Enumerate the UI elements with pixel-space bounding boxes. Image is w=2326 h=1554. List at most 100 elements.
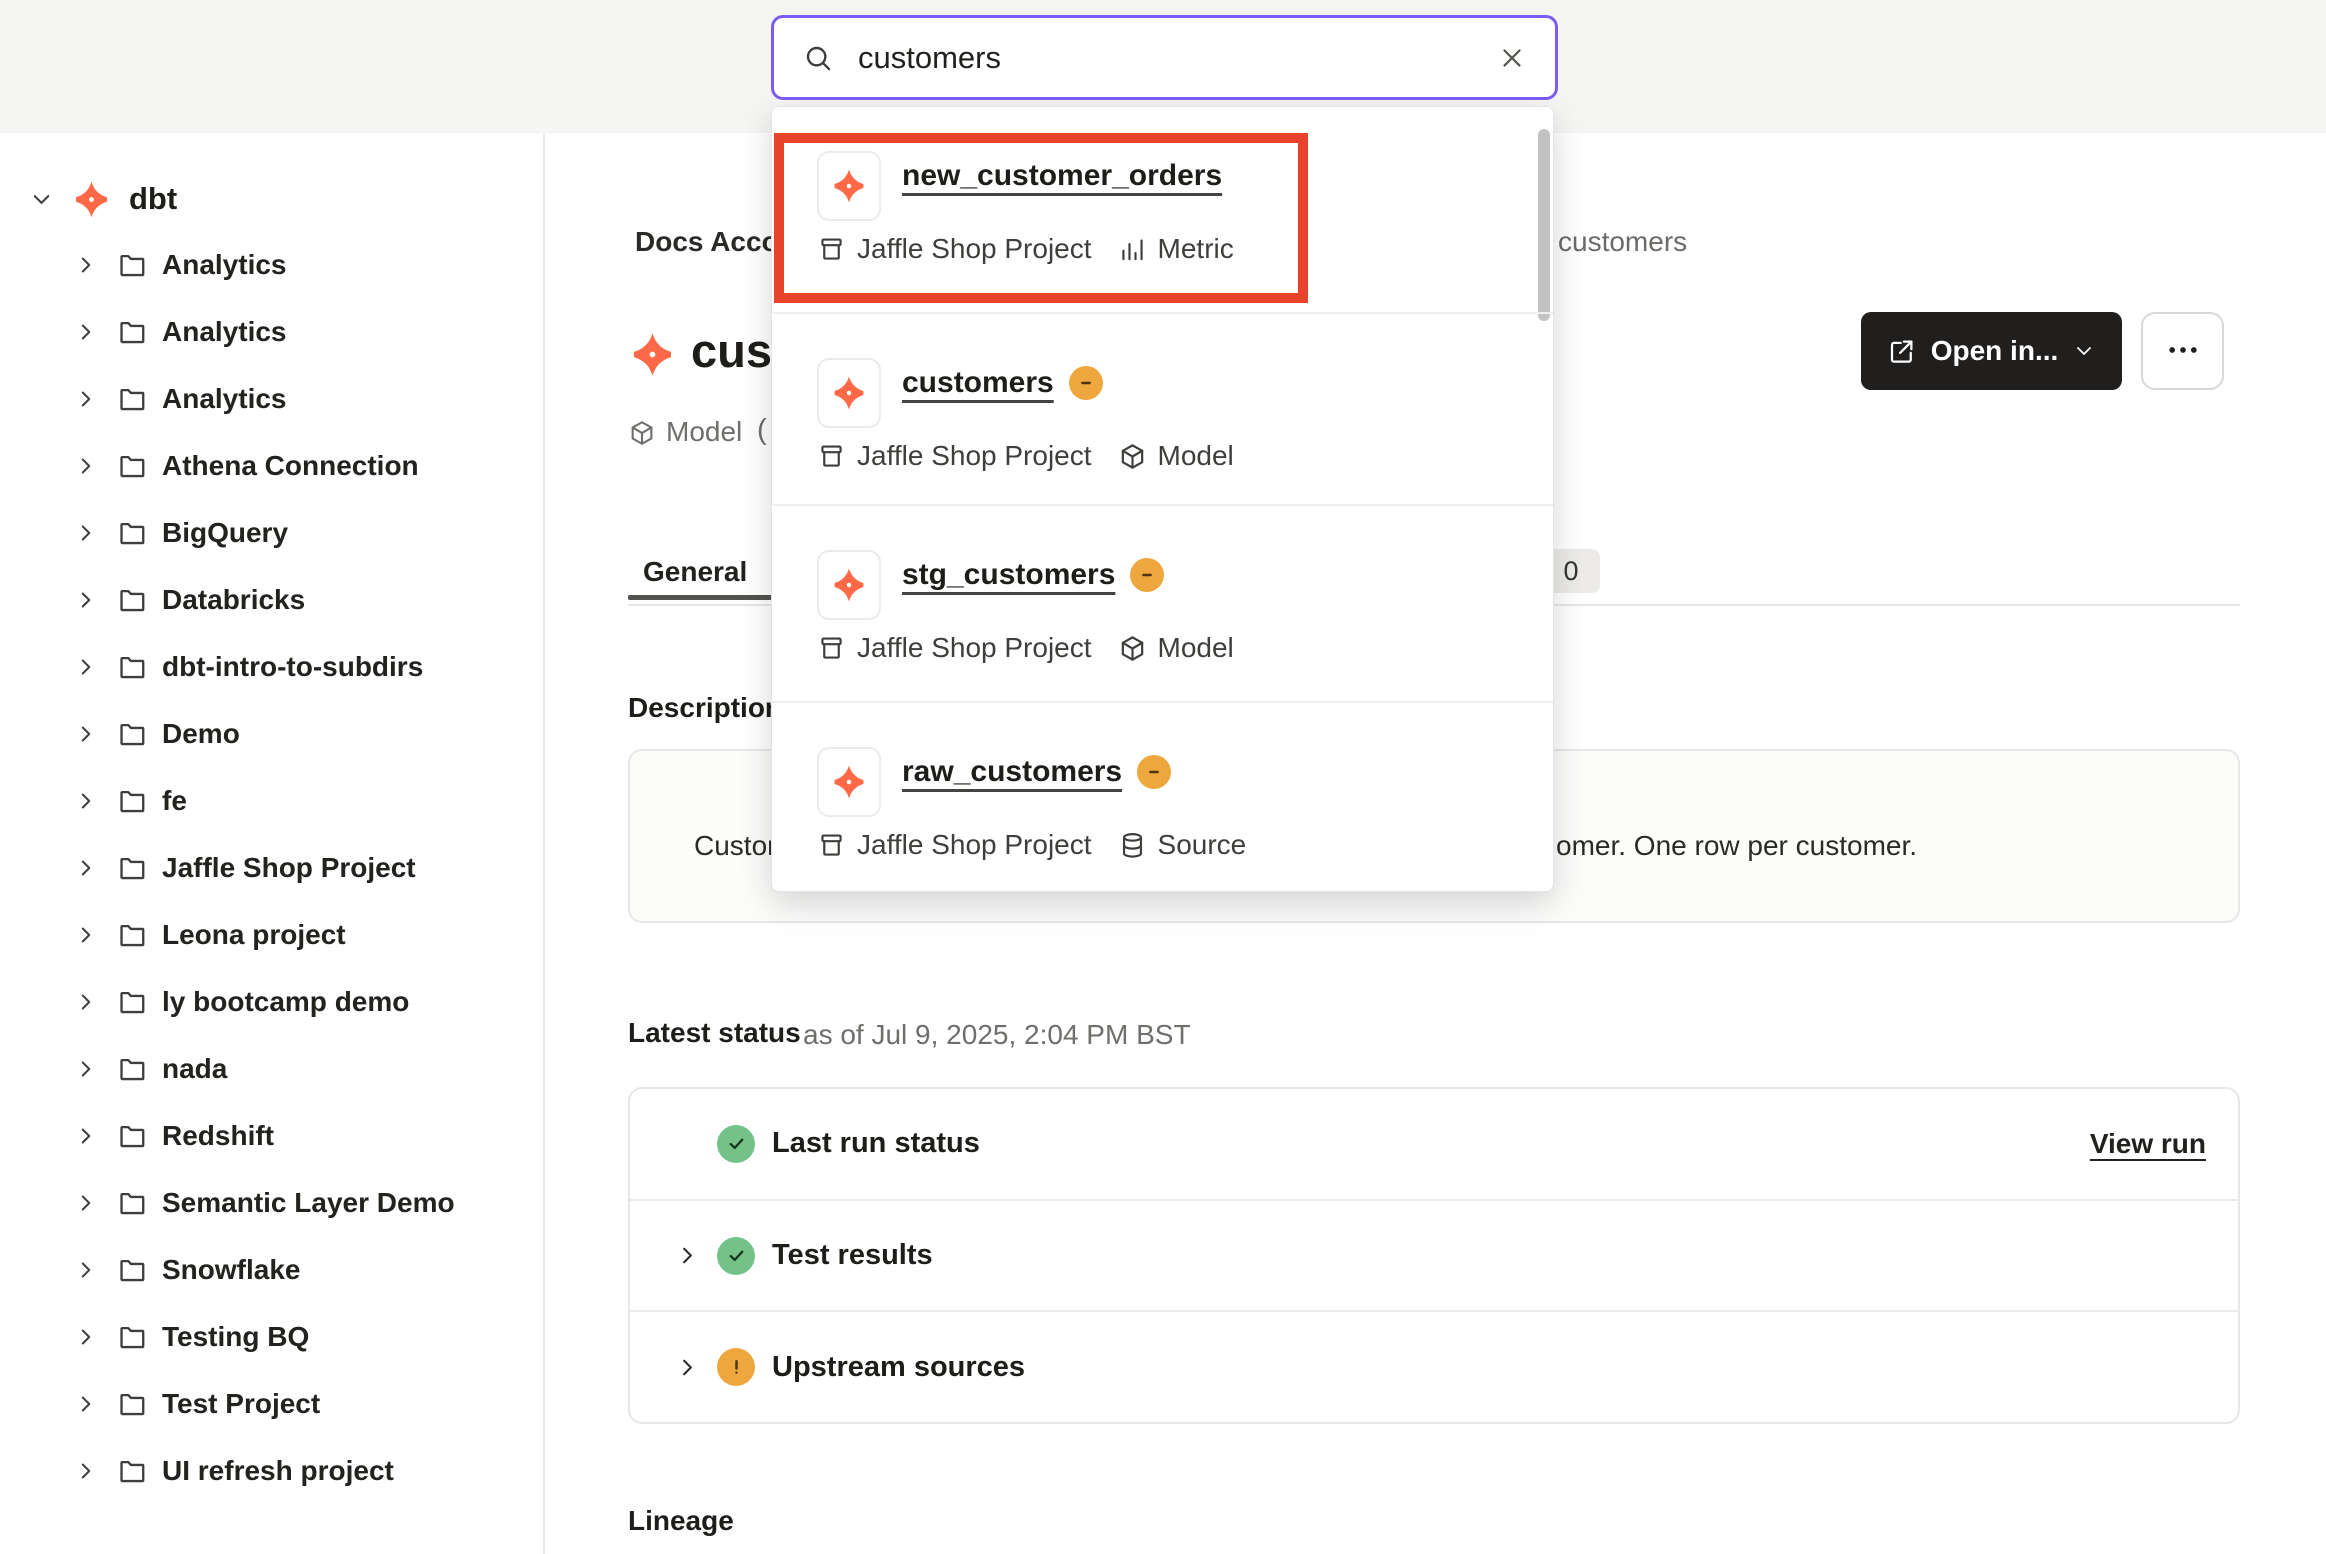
folder-icon <box>117 1053 148 1084</box>
result-node-tile <box>817 550 881 620</box>
result-meta: Jaffle Shop Project Metric <box>817 233 1234 265</box>
sidebar-item[interactable]: dbt-intro-to-subdirs <box>0 633 543 700</box>
sidebar-item-label: Analytics <box>162 383 287 415</box>
sidebar-item[interactable]: Databricks <box>0 566 543 633</box>
medallion-badge-icon <box>1130 558 1164 592</box>
search-results-dropdown: customers Jaffle Shop Project Model stg_… <box>771 106 1554 892</box>
chevron-right-icon <box>73 721 99 747</box>
chevron-right-icon <box>73 252 99 278</box>
search-result-link[interactable]: customers <box>902 366 1054 400</box>
status-glyph-icon <box>725 1356 748 1379</box>
chevron-down-icon <box>28 186 55 213</box>
tab-general[interactable]: General <box>643 556 747 588</box>
status-row[interactable]: Test results <box>630 1199 2238 1311</box>
chevron-right-icon <box>73 989 99 1015</box>
folder-icon <box>117 852 148 883</box>
latest-status-card: Last run status View run Test results Up… <box>628 1087 2240 1424</box>
latest-status-heading: Latest status <box>628 1017 801 1049</box>
description-text-left: Custor <box>694 830 776 862</box>
minus-icon <box>1143 761 1165 783</box>
search-input[interactable] <box>856 39 1497 77</box>
sidebar-item-label: Semantic Layer Demo <box>162 1187 455 1219</box>
sidebar-item[interactable]: UI refresh project <box>0 1437 543 1504</box>
search-result-link[interactable]: raw_customers <box>902 755 1122 789</box>
dbt-node-icon <box>830 374 868 412</box>
project-icon <box>817 442 846 471</box>
dbt-model-logo-icon <box>628 330 677 379</box>
ellipsis-icon <box>2163 330 2203 370</box>
sidebar-item[interactable]: Testing BQ <box>0 1303 543 1370</box>
sidebar-item-label: Analytics <box>162 316 287 348</box>
sidebar-item[interactable]: Test Project <box>0 1370 543 1437</box>
more-actions-button[interactable] <box>2141 312 2224 390</box>
status-row[interactable]: Last run status View run <box>630 1089 2238 1199</box>
sidebar-item-label: nada <box>162 1053 227 1085</box>
project-tree-sidebar: dbt Analytics Analytics Analytics <box>0 133 545 1554</box>
sidebar-item[interactable]: Analytics <box>0 231 543 298</box>
lineage-heading: Lineage <box>628 1505 734 1537</box>
sidebar-item-label: Snowflake <box>162 1254 300 1286</box>
result-node-tile <box>817 358 881 428</box>
project-icon <box>817 235 846 264</box>
chevron-right-icon <box>73 386 99 412</box>
minus-icon <box>1075 372 1097 394</box>
folder-icon <box>117 1187 148 1218</box>
sidebar-item[interactable]: Jaffle Shop Project <box>0 834 543 901</box>
result-project-label: Jaffle Shop Project <box>857 632 1092 664</box>
result-project-label: Jaffle Shop Project <box>857 829 1092 861</box>
sidebar-item[interactable]: nada <box>0 1035 543 1102</box>
search-result-link[interactable]: stg_customers <box>902 558 1115 592</box>
status-glyph-icon <box>725 1132 748 1155</box>
folder-icon <box>117 986 148 1017</box>
status-indicator-icon <box>717 1237 755 1275</box>
sidebar-item[interactable]: BigQuery <box>0 499 543 566</box>
sidebar-item[interactable]: Leona project <box>0 901 543 968</box>
sidebar-item[interactable]: fe <box>0 767 543 834</box>
sidebar-item[interactable]: Analytics <box>0 365 543 432</box>
status-row-label: Last run status <box>772 1127 980 1160</box>
sidebar-item[interactable]: Demo <box>0 700 543 767</box>
breadcrumb-current: customers <box>1558 226 1687 258</box>
folder-icon <box>117 517 148 548</box>
expand-chevron-icon[interactable] <box>674 1242 701 1269</box>
folder-icon <box>117 1254 148 1285</box>
sidebar-item[interactable]: Athena Connection <box>0 432 543 499</box>
status-indicator-icon <box>717 1348 755 1386</box>
resource-type-icon <box>1118 831 1147 860</box>
project-icon <box>817 831 846 860</box>
chevron-right-icon <box>73 453 99 479</box>
view-run-link[interactable]: View run <box>2090 1128 2206 1160</box>
sidebar-item[interactable]: ly bootcamp demo <box>0 968 543 1035</box>
search-result-item[interactable]: customers Jaffle Shop Project Model <box>772 312 1553 506</box>
search-result-link[interactable]: new_customer_orders <box>902 159 1222 193</box>
expand-chevron-icon[interactable] <box>674 1354 701 1381</box>
sidebar-root-dbt[interactable]: dbt <box>0 167 543 231</box>
status-glyph-icon <box>725 1244 748 1267</box>
materialization-paren: ( <box>757 414 767 447</box>
clear-search-icon[interactable] <box>1497 43 1527 73</box>
status-indicator-icon <box>717 1125 755 1163</box>
chevron-right-icon <box>73 855 99 881</box>
sidebar-root-label: dbt <box>129 181 177 217</box>
chevron-right-icon <box>73 1391 99 1417</box>
chevron-right-icon <box>73 587 99 613</box>
open-in-button[interactable]: Open in... <box>1861 312 2122 390</box>
folder-icon <box>117 1120 148 1151</box>
global-search-bar <box>771 15 1558 100</box>
chevron-right-icon <box>73 1324 99 1350</box>
dbt-node-icon <box>830 167 868 205</box>
chevron-right-icon <box>73 1458 99 1484</box>
sidebar-item[interactable]: Redshift <box>0 1102 543 1169</box>
search-result-item[interactable]: raw_customers Jaffle Shop Project Source <box>772 701 1553 893</box>
sidebar-item[interactable]: Semantic Layer Demo <box>0 1169 543 1236</box>
description-text-right: omer. One row per customer. <box>1556 830 1917 862</box>
folder-icon <box>117 383 148 414</box>
sidebar-item-label: Jaffle Shop Project <box>162 852 416 884</box>
sidebar-item[interactable]: Analytics <box>0 298 543 365</box>
sidebar-item[interactable]: Snowflake <box>0 1236 543 1303</box>
status-row[interactable]: Upstream sources <box>630 1310 2238 1422</box>
sidebar-tree: Analytics Analytics Analytics Athena Con… <box>0 231 543 1504</box>
status-row-label: Upstream sources <box>772 1351 1025 1384</box>
search-result-item[interactable]: stg_customers Jaffle Shop Project Model <box>772 504 1553 703</box>
dropdown-scrollbar[interactable] <box>1538 129 1550 321</box>
